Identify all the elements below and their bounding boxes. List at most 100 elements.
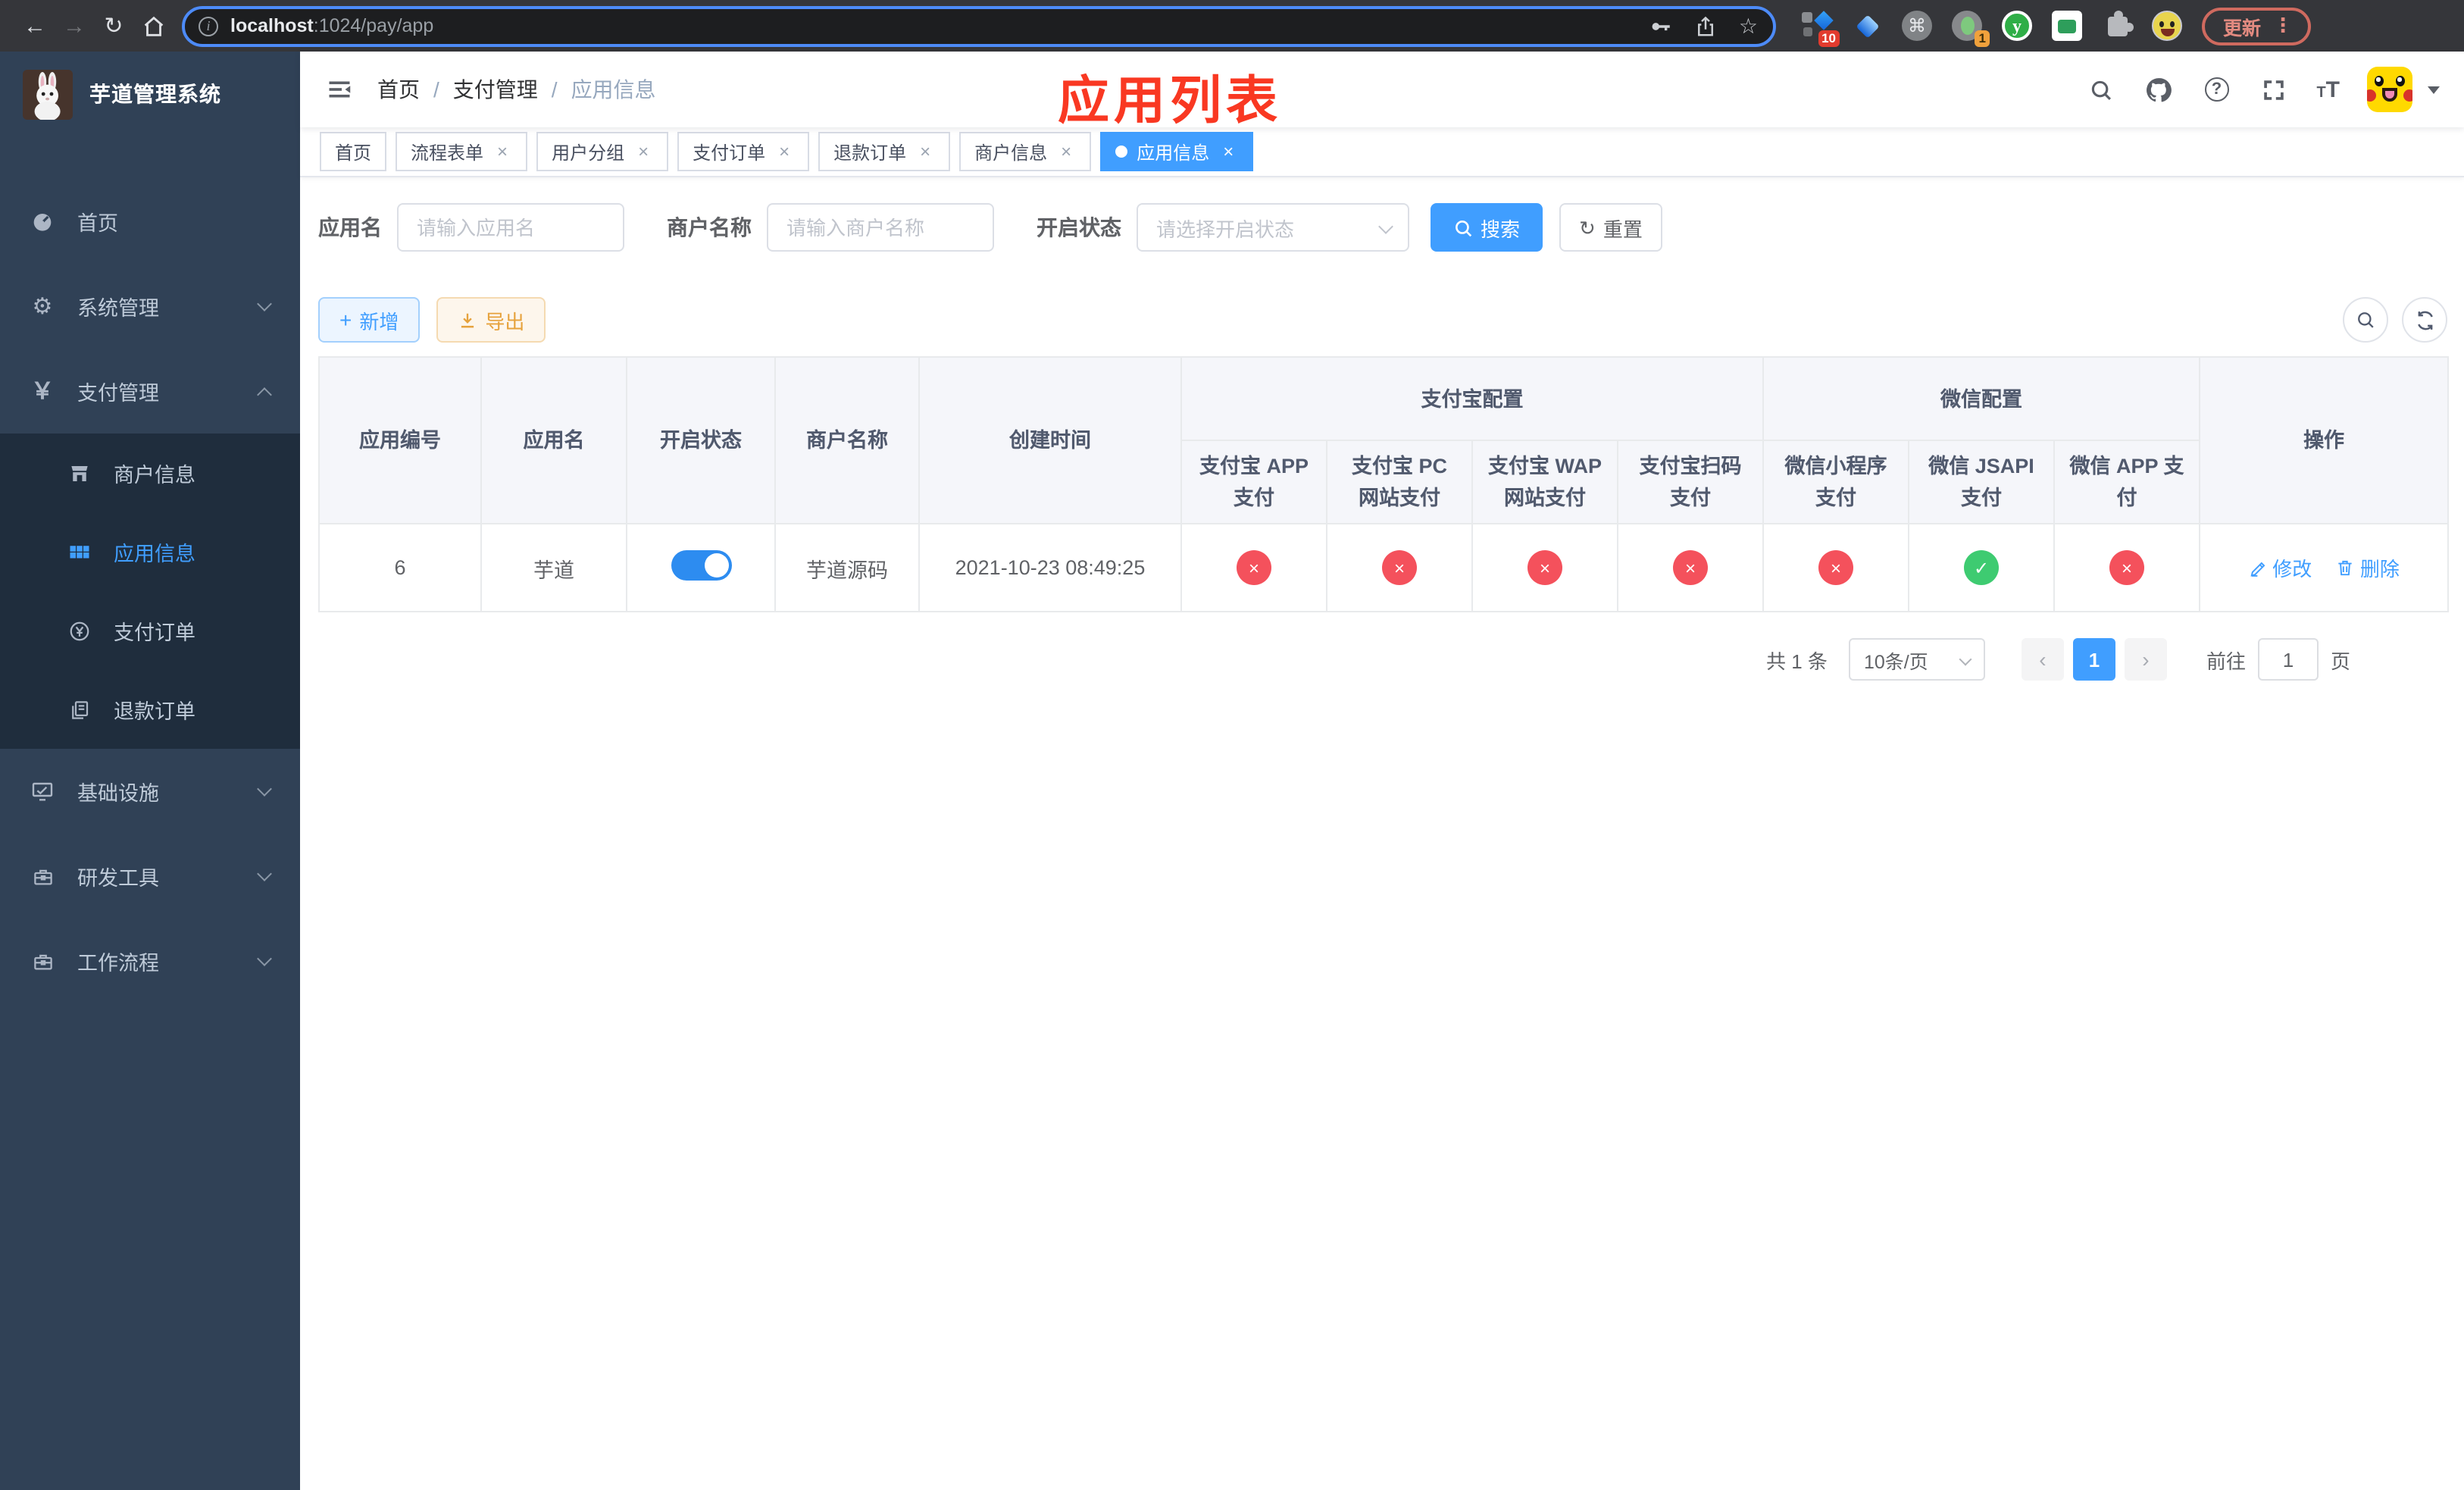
cell-status [626,523,776,612]
share-icon[interactable] [1695,14,1718,37]
status-toggle[interactable] [671,550,731,581]
font-size-button[interactable]: TT [2316,77,2340,102]
browser-update-button[interactable]: 更新 ⋮ [2202,7,2312,45]
tab-close-icon[interactable]: × [1056,142,1076,161]
browser-home-button[interactable] [133,6,173,45]
sidebar-item-home[interactable]: 首页 [0,179,300,264]
avatar-caret-icon[interactable] [2428,86,2440,93]
smiley-eye [2159,21,2164,27]
tab-process-form[interactable]: 流程表单 × [396,132,528,171]
export-button[interactable]: 导出 [436,297,546,343]
extension-shape [1803,27,1812,36]
github-button[interactable] [2143,74,2174,105]
bookmark-star-icon[interactable]: ☆ [1739,13,1758,39]
browser-menu-icon[interactable]: ⋮ [2265,14,2300,38]
sidebar-item-pay-orders[interactable]: 支付订单 [0,591,300,670]
goto-label: 前往 [2206,650,2246,672]
page-unit-label: 页 [2330,650,2350,672]
cell-alipay-qr: × [1617,523,1764,612]
table-row: 6 芋道 芋道源码 2021-10-23 08:49:25 × × × × × [318,523,2450,612]
user-avatar[interactable] [2367,67,2412,112]
extension-blue-diamond[interactable]: 10 [1800,9,1840,47]
extension-green-dot[interactable]: 1 [1950,9,1990,47]
tags-view-bar: 首页 流程表单 × 用户分组 × 支付订单 × 退款订单 × 商户信息 × 应用… [300,127,2464,177]
tab-close-icon[interactable]: × [492,142,512,161]
delete-link[interactable]: 删除 [2336,553,2400,582]
logo-avatar [23,69,73,119]
tab-close-icon[interactable]: × [915,142,935,161]
url-text[interactable]: localhost:1024/pay/app [230,15,433,36]
sidebar-item-refund-orders[interactable]: 退款订单 [0,670,300,749]
reset-button-label: 重置 [1603,218,1643,240]
toolbox-icon [27,865,58,887]
pagination: 共 1 条 10条/页 ‹ 1 › 前往 页 [318,638,2447,681]
tab-merchant-info[interactable]: 商户信息 × [959,132,1092,171]
sidebar-item-infrastructure[interactable]: 基础设施 [0,749,300,834]
chevron-down-icon [257,781,272,797]
status-circle-alipay-pc: × [1382,550,1417,585]
page-number-1[interactable]: 1 [2072,638,2115,681]
extension-kite[interactable] [1850,9,1884,42]
tab-close-icon[interactable]: × [633,142,653,161]
chevron-down-icon [257,866,272,881]
address-bar[interactable]: i localhost:1024/pay/app ☆ [182,5,1776,46]
password-key-icon[interactable] [1648,13,1674,39]
add-button[interactable]: + 新增 [318,297,421,343]
sidebar-collapse-button[interactable] [324,74,355,105]
breadcrumb-payment[interactable]: 支付管理 [453,74,538,105]
goto-page-input[interactable] [2257,638,2319,681]
command-icon: ⌘ [1902,11,1932,41]
github-icon [2147,77,2172,102]
tab-refund-orders[interactable]: 退款订单 × [818,132,951,171]
show-search-button[interactable] [2343,297,2388,343]
gear-icon: ⚙ [32,293,53,319]
extension-y-green[interactable]: y [2000,9,2034,42]
pagination-total: 共 1 条 [1766,650,1828,672]
search-icon [1456,220,1472,236]
extension-smiley[interactable] [2150,9,2184,42]
page-size-value: 10条/页 [1863,651,1928,672]
breadcrumb-home[interactable]: 首页 [377,74,420,105]
tab-close-icon[interactable]: × [1218,142,1238,161]
tab-app-info[interactable]: 应用信息 × [1100,132,1254,171]
sidebar-item-app-info[interactable]: 应用信息 [0,512,300,591]
app-name-input[interactable] [397,203,624,252]
tab-user-group[interactable]: 用户分组 × [536,132,669,171]
header-search-button[interactable] [2086,74,2116,105]
document-icon [64,698,94,721]
extensions-bar: 10 ⌘ 1 y [1800,9,2184,47]
puzzle-icon [2107,10,2133,36]
sidebar-item-merchant-info[interactable]: 商户信息 [0,434,300,512]
sidebar-item-payment[interactable]: ￥ 支付管理 [0,349,300,434]
page-info-icon[interactable]: i [199,16,218,36]
prev-page-button[interactable]: ‹ [2021,638,2064,681]
tab-home[interactable]: 首页 [320,132,387,171]
extension-command[interactable]: ⌘ [1900,9,1934,42]
sidebar-item-workflow[interactable]: 工作流程 [0,919,300,1003]
fullscreen-button[interactable] [2259,74,2289,105]
page-size-select[interactable]: 10条/页 [1848,638,1985,681]
extension-puzzle[interactable] [2100,9,2134,42]
browser-reload-button[interactable]: ↻ [94,6,133,45]
reset-button[interactable]: ↻ 重置 [1559,203,1662,252]
extension-chat[interactable] [2050,9,2084,42]
tab-pay-orders[interactable]: 支付订单 × [677,132,810,171]
sidebar-item-label: 商户信息 [114,464,195,487]
browser-back-button[interactable]: ← [15,6,55,45]
help-button[interactable]: ? [2201,74,2231,105]
cell-wechat-app: × [2053,523,2201,612]
sidebar-logo[interactable]: 芋道管理系统 [0,52,300,136]
refresh-table-button[interactable] [2402,297,2447,343]
chevron-down-icon [257,951,272,966]
browser-forward-button[interactable]: → [55,6,94,45]
tab-close-icon[interactable]: × [774,142,794,161]
merchant-name-input[interactable] [767,203,994,252]
sidebar-item-system[interactable]: ⚙ 系统管理 [0,264,300,349]
grid-icon [64,540,94,563]
sidebar-item-dev-tools[interactable]: 研发工具 [0,834,300,919]
search-button[interactable]: 搜索 [1431,203,1543,252]
next-page-button[interactable]: › [2124,638,2167,681]
sidebar-item-label: 支付管理 [77,382,159,405]
edit-link[interactable]: 修改 [2248,553,2312,582]
status-select[interactable]: 请选择开启状态 [1137,203,1409,252]
